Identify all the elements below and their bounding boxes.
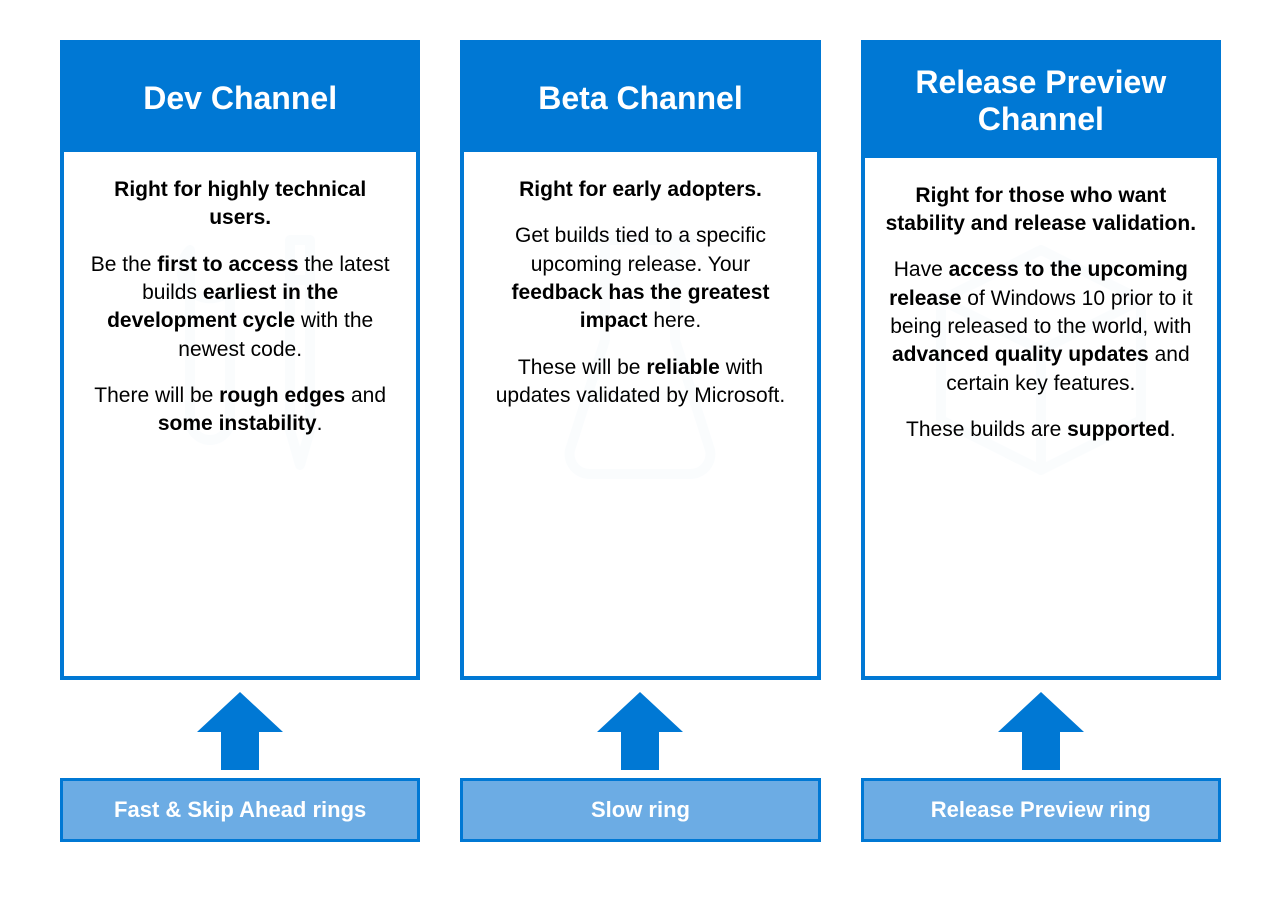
channel-title: Dev Channel — [64, 44, 416, 152]
channel-card-beta: Beta Channel Right for early adopters. G… — [460, 40, 820, 680]
ring-label-beta: Slow ring — [460, 778, 820, 842]
channel-body-release-preview: Right for those who want stability and r… — [865, 158, 1217, 676]
channel-tagline: Right for early adopters. — [484, 176, 796, 204]
channel-tagline: Right for highly technical users. — [84, 176, 396, 233]
channel-body-dev: Right for highly technical users. Be the… — [64, 152, 416, 676]
channel-body-beta: Right for early adopters. Get builds tie… — [464, 152, 816, 676]
ring-label-dev: Fast & Skip Ahead rings — [60, 778, 420, 842]
ring-label-release-preview: Release Preview ring — [861, 778, 1221, 842]
channel-desc-2: These builds are supported. — [885, 416, 1197, 444]
channel-card-dev: Dev Channel Right for highly technical u… — [60, 40, 420, 680]
channel-desc-1: Get builds tied to a specific upcoming r… — [484, 222, 796, 335]
channel-desc-1: Be the first to access the latest builds… — [84, 251, 396, 364]
channels-container: Dev Channel Right for highly technical u… — [60, 40, 1221, 842]
arrow-up-icon — [197, 692, 283, 770]
channel-title: Release Preview Channel — [865, 44, 1217, 158]
channel-desc-2: There will be rough edges and some insta… — [84, 382, 396, 439]
channel-desc-1: Have access to the upcoming release of W… — [885, 256, 1197, 398]
channel-tagline: Right for those who want stability and r… — [885, 182, 1197, 239]
arrow-up-icon — [597, 692, 683, 770]
channel-column-release-preview: Release Preview Channel Right for those … — [861, 40, 1221, 842]
channel-card-release-preview: Release Preview Channel Right for those … — [861, 40, 1221, 680]
channel-title: Beta Channel — [464, 44, 816, 152]
channel-column-beta: Beta Channel Right for early adopters. G… — [460, 40, 820, 842]
arrow-up-icon — [998, 692, 1084, 770]
channel-column-dev: Dev Channel Right for highly technical u… — [60, 40, 420, 842]
channel-desc-2: These will be reliable with updates vali… — [484, 354, 796, 411]
